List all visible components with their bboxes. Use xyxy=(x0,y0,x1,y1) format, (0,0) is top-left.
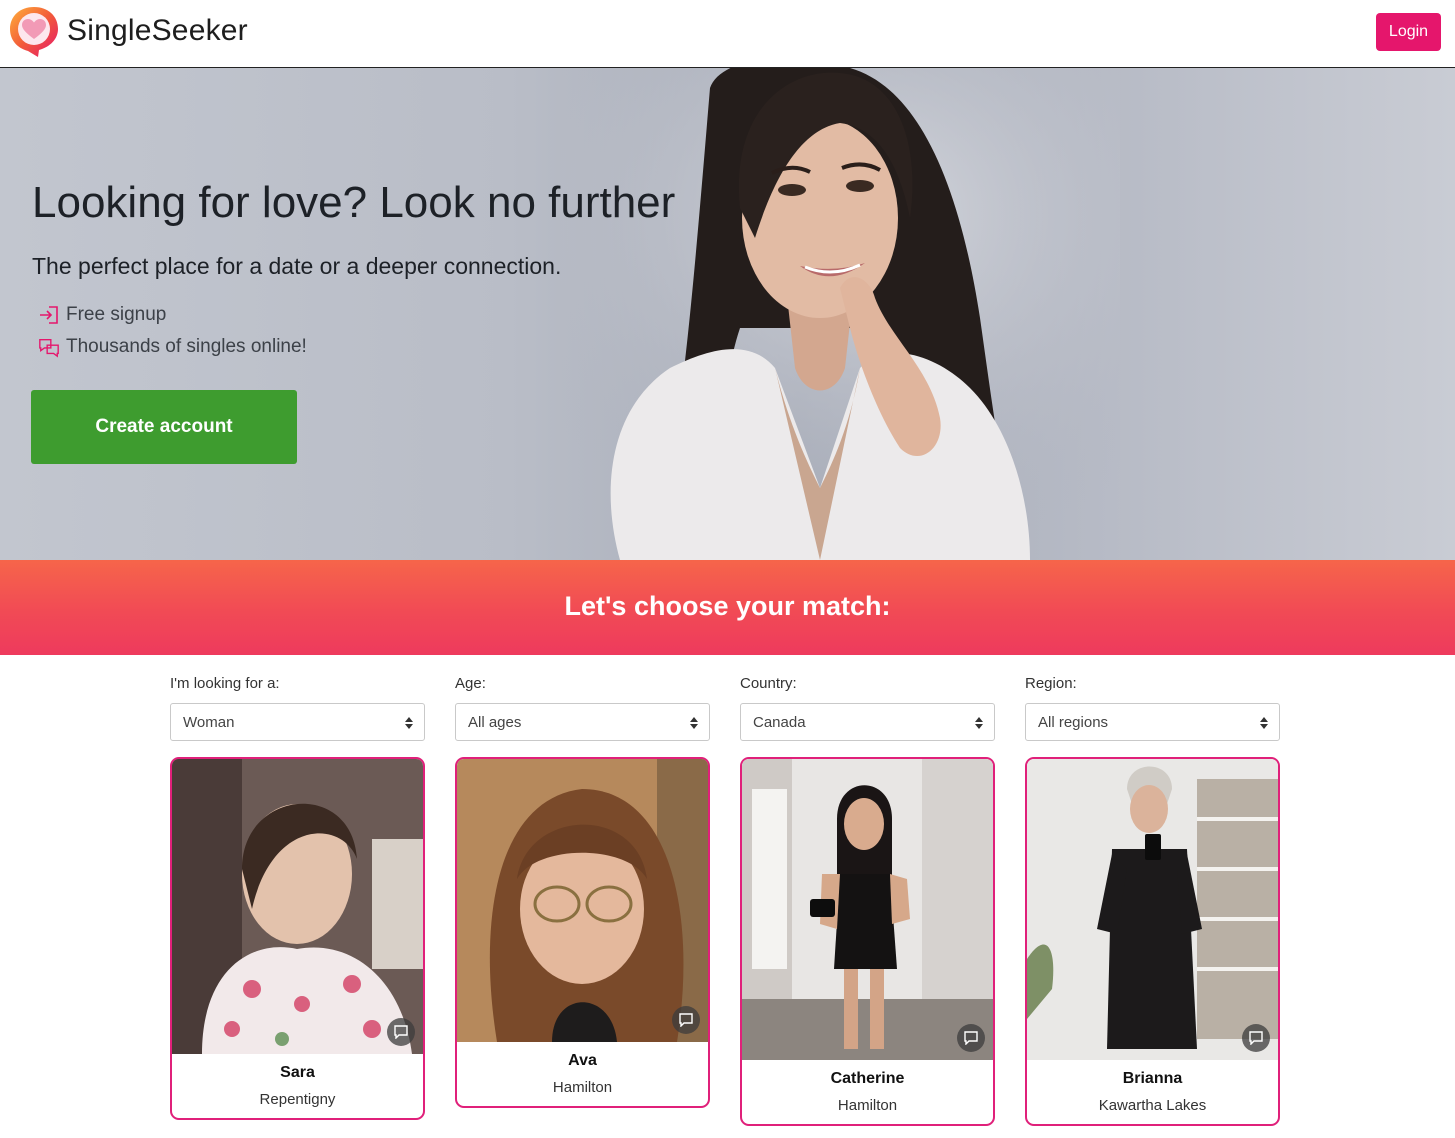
profile-city: Kawartha Lakes xyxy=(1098,1097,1207,1114)
filter-label: Region: xyxy=(1025,675,1077,692)
profile-city: Repentigny xyxy=(259,1091,336,1108)
filter-label: Country: xyxy=(740,675,797,692)
heart-bubble-logo-icon[interactable] xyxy=(8,4,60,58)
site-header: SingleSeeker Login xyxy=(0,0,1455,68)
select-arrows-icon xyxy=(975,717,983,729)
match-title: Let's choose your match: xyxy=(564,591,891,621)
hero-title: Looking for love? Look no further xyxy=(32,178,676,227)
feature-label: Thousands of singles online! xyxy=(66,336,307,357)
profile-photo[interactable] xyxy=(457,759,708,1042)
filter-label: I'm looking for a: xyxy=(170,675,280,692)
chat-icon[interactable] xyxy=(672,1006,700,1034)
profile-city: Hamilton xyxy=(552,1079,613,1096)
profile-name[interactable]: Brianna xyxy=(1027,1070,1278,1088)
profile-card[interactable]: Ava Hamilton xyxy=(455,757,710,1108)
chat-icon[interactable] xyxy=(1242,1024,1270,1052)
profile-name[interactable]: Ava xyxy=(457,1052,708,1070)
select-arrows-icon xyxy=(1260,717,1268,729)
age-select[interactable]: All ages xyxy=(455,703,710,741)
feature-free-signup: Free signup xyxy=(38,304,166,326)
profile-city: Hamilton xyxy=(837,1097,898,1114)
select-value: All ages xyxy=(468,714,522,731)
select-arrows-icon xyxy=(405,717,413,729)
chat-bubbles-icon xyxy=(39,338,59,358)
profile-card[interactable]: Catherine Hamilton xyxy=(740,757,995,1126)
match-banner: Let's choose your match: xyxy=(0,560,1455,655)
hero-subtitle: The perfect place for a date or a deeper… xyxy=(32,253,562,279)
looking-for-select[interactable]: Woman xyxy=(170,703,425,741)
profile-name[interactable]: Sara xyxy=(172,1064,423,1082)
sign-in-icon xyxy=(40,306,58,324)
filter-label: Age: xyxy=(455,675,486,692)
chat-icon[interactable] xyxy=(957,1024,985,1052)
profile-name[interactable]: Catherine xyxy=(742,1070,993,1088)
feature-label: Free signup xyxy=(66,304,167,325)
profile-photo[interactable] xyxy=(172,759,423,1054)
feature-singles-online: Thousands of singles online! xyxy=(38,336,307,358)
select-value: Canada xyxy=(753,714,806,731)
profile-card[interactable]: Sara Repentigny xyxy=(170,757,425,1120)
profile-card[interactable]: Brianna Kawartha Lakes xyxy=(1025,757,1280,1126)
login-button[interactable]: Login xyxy=(1376,13,1441,51)
brand-name[interactable]: SingleSeeker xyxy=(67,14,248,48)
filter-country: Country: Canada xyxy=(740,675,995,741)
filter-age: Age: All ages xyxy=(455,675,710,741)
region-select[interactable]: All regions xyxy=(1025,703,1280,741)
select-value: All regions xyxy=(1038,714,1109,731)
profile-photo[interactable] xyxy=(1027,759,1278,1060)
country-select[interactable]: Canada xyxy=(740,703,995,741)
hero-section: Looking for love? Look no further The pe… xyxy=(0,68,1455,560)
select-arrows-icon xyxy=(690,717,698,729)
profile-photo[interactable] xyxy=(742,759,993,1060)
hero-woman-photo xyxy=(560,68,1120,560)
chat-icon[interactable] xyxy=(387,1018,415,1046)
filter-region: Region: All regions xyxy=(1025,675,1280,741)
filter-looking-for: I'm looking for a: Woman xyxy=(170,675,425,741)
create-account-button[interactable]: Create account xyxy=(31,390,297,464)
select-value: Woman xyxy=(183,714,235,731)
